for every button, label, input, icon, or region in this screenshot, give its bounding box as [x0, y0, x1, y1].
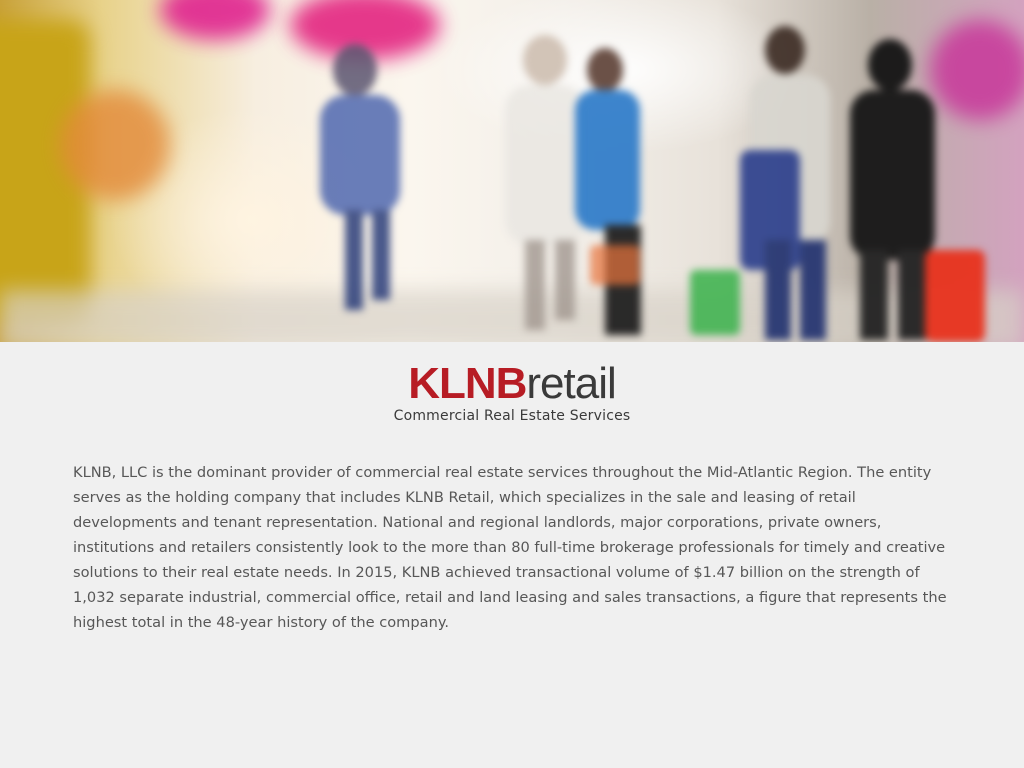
logo-brand-bold: KLNB	[408, 359, 527, 408]
klnb-retail-logo: KLNBretail Commercial Real Estate Servic…	[0, 359, 1024, 425]
hero-image	[0, 0, 1024, 342]
shoppers-silhouettes	[320, 26, 985, 342]
logo-brand-light: retail	[526, 359, 616, 408]
logo-wordmark: KLNBretail	[408, 359, 617, 408]
logo-tagline: Commercial Real Estate Services	[393, 408, 631, 424]
company-description: KLNB, LLC is the dominant provider of co…	[73, 464, 947, 631]
